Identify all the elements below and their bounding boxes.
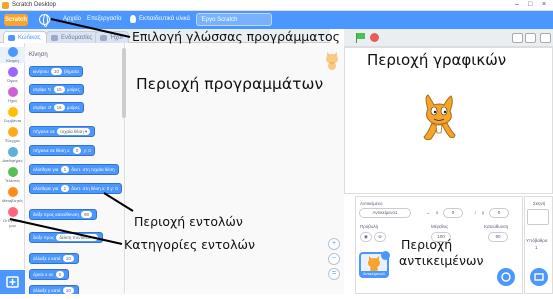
annotation-language: Επιλογή γλώσσας προγράμματος: [132, 29, 340, 44]
annotation-programs-area: Περιοχή προγραμμάτων: [136, 75, 324, 93]
annotation-graphics-area: Περιοχή γραφικών: [367, 51, 507, 69]
annotation-objects-area-line1: Περιοχή: [401, 237, 453, 252]
annotation-commands-area: Περιοχή εντολών: [134, 214, 243, 229]
annotation-command-categories: Κατηγορίες εντολών: [124, 237, 255, 252]
annotation-pointer-lines: [9, 18, 134, 245]
annotation-objects-area-line2: αντικειμένων: [399, 253, 484, 268]
